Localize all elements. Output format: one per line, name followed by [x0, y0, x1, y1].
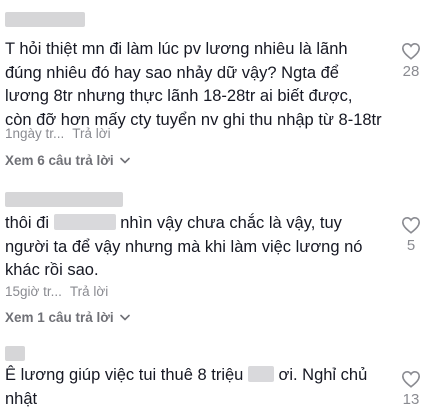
comment-timestamp: 1ngày tr...	[5, 126, 65, 141]
view-replies-label: Xem 6 câu trả lời	[5, 153, 114, 168]
like-button[interactable]: 28	[396, 42, 426, 80]
reply-button[interactable]: Trả lời	[72, 126, 110, 141]
comment-text-start: thôi đi	[5, 214, 54, 232]
view-replies-button[interactable]: Xem 6 câu trả lời	[5, 153, 130, 168]
heart-outline-icon	[401, 216, 421, 234]
view-replies-label: Xem 1 câu trả lời	[5, 310, 114, 325]
comment-text-start: Ê lương giúp việc tui thuê 8 triệu	[5, 366, 248, 384]
comment-timestamp: 15giờ tr...	[5, 284, 62, 299]
commenter-name-redacted[interactable]	[5, 12, 85, 27]
heart-outline-icon	[401, 370, 421, 388]
heart-outline-icon	[401, 42, 421, 60]
comment-meta: 15giờ tr... Trả lời	[5, 284, 108, 299]
like-button[interactable]: 13	[396, 370, 426, 408]
like-button[interactable]: 5	[396, 216, 426, 254]
chevron-down-icon	[119, 314, 130, 321]
commenter-name-redacted[interactable]	[5, 346, 25, 361]
comment-text: thôi đi nhìn vậy chưa chắc là vậy, tuy n…	[5, 212, 383, 283]
comment-text: T hỏi thiệt mn đi làm lúc pv lương nhiêu…	[5, 40, 382, 129]
like-count: 28	[402, 63, 420, 80]
mention-redacted[interactable]	[247, 366, 274, 382]
like-count: 5	[406, 237, 416, 254]
view-replies-button[interactable]: Xem 1 câu trả lời	[5, 310, 130, 325]
comment-text: Ê lương giúp việc tui thuê 8 triệu ơi. N…	[5, 364, 383, 411]
chevron-down-icon	[119, 157, 130, 164]
mention-redacted[interactable]	[53, 214, 116, 230]
like-count: 13	[402, 391, 420, 408]
commenter-name-redacted[interactable]	[5, 192, 123, 207]
reply-button[interactable]: Trả lời	[70, 284, 108, 299]
comment-meta: 1ngày tr... Trả lời	[5, 126, 111, 141]
